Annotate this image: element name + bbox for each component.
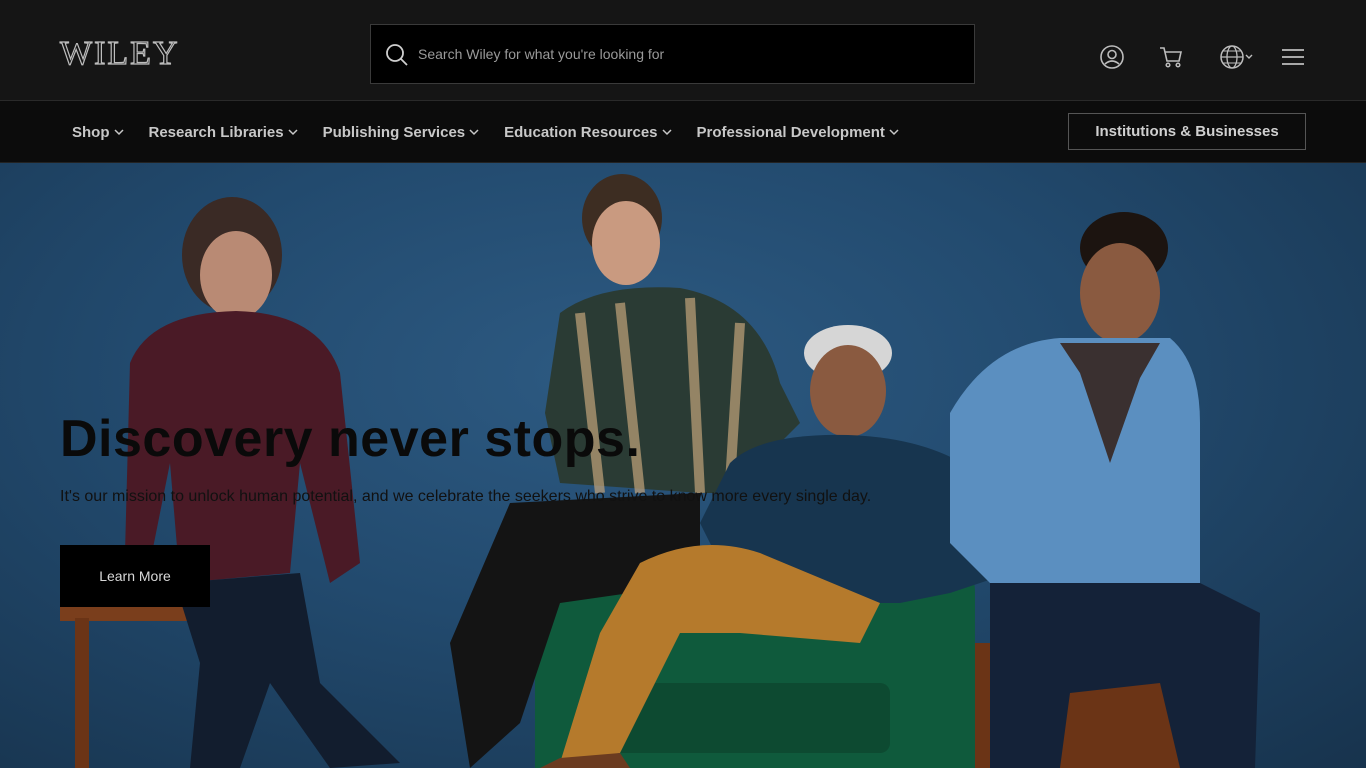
hero-title: Discovery never stops. <box>60 410 641 468</box>
nav-item-label: Education Resources <box>504 123 658 141</box>
nav-item-label: Shop <box>72 123 110 141</box>
menu-icon[interactable] <box>1280 44 1306 70</box>
nav-item-label: Research Libraries <box>148 123 284 141</box>
learn-more-button[interactable]: Learn More <box>60 545 210 607</box>
nav-item-label: Publishing Services <box>322 123 466 141</box>
chevron-down-icon <box>113 129 124 136</box>
site-header: WILEY <box>0 0 1366 101</box>
hero-subtitle: It's our mission to unlock human potenti… <box>60 488 872 505</box>
nav-item-education-resources[interactable]: Education Resources <box>492 101 683 163</box>
globe-language-icon[interactable] <box>1219 44 1253 70</box>
chevron-down-icon <box>469 129 479 136</box>
account-icon[interactable] <box>1099 44 1125 70</box>
search-icon[interactable] <box>385 43 409 67</box>
nav-item-research-libraries[interactable]: Research Libraries <box>137 101 310 163</box>
nav-item-publishing-services[interactable]: Publishing Services <box>311 101 492 163</box>
chevron-down-icon <box>662 129 672 136</box>
wiley-logo[interactable]: WILEY <box>59 35 180 72</box>
institutions-businesses-button[interactable]: Institutions & Businesses <box>1068 113 1306 150</box>
nav-item-professional-development[interactable]: Professional Development <box>685 101 911 163</box>
main-nav: Shop Research Libraries Publishing Servi… <box>0 101 1366 163</box>
nav-item-label: Professional Development <box>696 123 885 141</box>
cart-icon[interactable] <box>1158 44 1184 70</box>
chevron-down-icon <box>288 129 298 136</box>
hero-banner: Discovery never stops. It's our mission … <box>0 163 1366 768</box>
search-bar[interactable] <box>370 24 975 84</box>
nav-item-shop[interactable]: Shop <box>60 101 136 163</box>
search-input[interactable] <box>418 25 963 83</box>
chevron-down-icon <box>889 129 899 136</box>
